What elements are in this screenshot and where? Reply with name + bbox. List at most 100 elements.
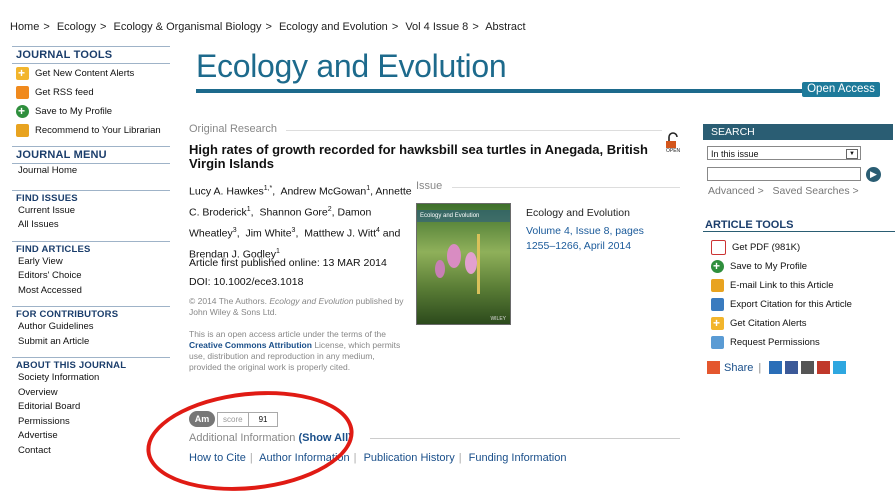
mendeley-icon[interactable] [817,361,831,374]
journal-title[interactable]: Ecology and Evolution [196,48,507,85]
envelope-icon [16,124,29,137]
tool-label: Get Citation Alerts [730,318,807,329]
breadcrumb-separator: > [265,21,272,33]
publication-date: Article first published online: 13 MAR 2… [189,257,387,269]
tab-publication-history[interactable]: Publication History [364,452,455,464]
current-issue-link[interactable]: Current Issue [12,204,170,219]
breadcrumb-journal[interactable]: Ecology and Evolution [279,21,388,33]
author-name[interactable]: Jim White [245,228,291,240]
article-tools-list: Get PDF (981K) Save to My Profile E-mail… [707,238,852,352]
journal-home-link[interactable]: Journal Home [12,164,170,179]
article-title: High rates of growth recorded for hawksb… [189,142,648,171]
breadcrumb-ecology[interactable]: Ecology [57,21,96,33]
issue-label: Issue [416,180,443,192]
delicious-icon[interactable] [801,361,815,374]
pdf-icon [711,240,726,255]
find-articles-heading: FIND ARTICLES [12,240,170,255]
all-issues-link[interactable]: All Issues [12,218,170,233]
section-rule [286,130,662,131]
article-tools-heading: ARTICLE TOOLS [703,219,895,232]
twitter-icon[interactable] [833,361,847,374]
title-rule [196,89,804,93]
editorial-board-link[interactable]: Editorial Board [12,400,170,415]
request-permissions-link[interactable]: Request Permissions [707,333,852,352]
breadcrumb-issue[interactable]: Vol 4 Issue 8 [405,21,468,33]
envelope-icon [711,279,724,292]
breadcrumb-home[interactable]: Home [10,21,39,33]
permissions-icon [711,336,724,349]
issue-rule [452,187,680,188]
issue-volume-link[interactable]: Volume 4, Issue 8, pages 1255–1266, Apri… [526,224,676,254]
export-citation-icon [711,298,724,311]
rss-icon [16,86,29,99]
tool-label: Export Citation for this Article [730,299,852,310]
author-name[interactable]: Matthew J. Witt [304,228,376,240]
search-scope-select[interactable]: In this issue ▼ [707,146,861,160]
author-guidelines-link[interactable]: Author Guidelines [12,320,170,335]
get-rss-link[interactable]: Get RSS feed [12,83,170,102]
saved-searches-link[interactable]: Saved Searches > [773,185,859,197]
open-access-lock-icon: OPEN [664,132,682,154]
get-pdf-link[interactable]: Get PDF (981K) [707,238,852,257]
share-bar: Share | [707,361,847,374]
search-go-button[interactable]: ▶ [866,167,881,182]
tool-label: Get PDF (981K) [732,242,801,253]
export-citation-link[interactable]: Export Citation for this Article [707,295,852,314]
issue-journal-name: Ecology and Evolution [526,207,630,219]
advertise-link[interactable]: Advertise [12,429,170,444]
breadcrumb-organismal[interactable]: Ecology & Organismal Biology [113,21,261,33]
most-accessed-link[interactable]: Most Accessed [12,284,170,299]
alert-plus-icon [16,64,29,83]
get-content-alerts-link[interactable]: Get New Content Alerts [12,64,170,83]
editors-choice-link[interactable]: Editors' Choice [12,269,170,284]
share-plus-icon[interactable] [707,361,720,374]
submit-article-link[interactable]: Submit an Article [12,335,170,350]
email-link[interactable]: E-mail Link to this Article [707,276,852,295]
tool-label: Request Permissions [730,337,820,348]
facebook-icon[interactable] [785,361,799,374]
share-separator: | [758,361,762,374]
search-scope-value: In this issue [711,149,759,159]
cover-flower [435,260,445,278]
tool-label: E-mail Link to this Article [730,280,834,291]
author-name[interactable]: Lucy A. Hawkes [189,186,264,198]
society-info-link[interactable]: Society Information [12,371,170,386]
advanced-search-link[interactable]: Advanced > [708,185,764,197]
save-profile-link[interactable]: Save to My Profile [12,102,170,121]
permissions-link[interactable]: Permissions [12,415,170,430]
recommend-librarian-link[interactable]: Recommend to Your Librarian [12,121,170,140]
author-name[interactable]: Shannon Gore [259,207,327,219]
left-sidebar: JOURNAL TOOLS Get New Content Alerts Get… [12,46,170,458]
dropdown-arrow-icon: ▼ [846,149,858,159]
breadcrumb-current: Abstract [485,21,526,33]
author-affiliation: 1 [366,185,371,192]
journal-menu-heading: JOURNAL MENU [12,146,170,164]
share-label[interactable]: Share [724,362,753,374]
author-affiliation: 3 [291,227,296,234]
doi: DOI: 10.1002/ece3.1018 [189,276,304,288]
author-affiliation: 3 [232,227,237,234]
citation-alerts-link[interactable]: Get Citation Alerts [707,314,852,333]
save-profile-link[interactable]: Save to My Profile [707,257,852,276]
tab-separator: | [458,452,462,464]
authors-list: Lucy A. Hawkes1,*, Andrew McGowan1, Anne… [189,185,412,261]
early-view-link[interactable]: Early View [12,255,170,270]
tool-label: Save to My Profile [35,106,113,117]
tab-funding-information[interactable]: Funding Information [469,452,567,464]
breadcrumb-separator: > [472,21,479,33]
email-share-icon[interactable] [769,361,783,374]
author-name[interactable]: Andrew McGowan [280,186,366,198]
search-input[interactable] [707,167,861,181]
find-issues-heading: FIND ISSUES [12,189,170,204]
overview-link[interactable]: Overview [12,386,170,401]
open-label: OPEN [666,148,681,154]
cover-flower [465,252,477,274]
author-affiliation: 4 [375,227,380,234]
cover-publisher: WILEY [490,316,506,322]
cc-license-link[interactable]: Creative Commons Attribution [189,340,312,350]
issue-cover-image[interactable]: Ecology and Evolution WILEY [416,203,511,325]
license-prefix: This is an open access article under the… [189,329,387,339]
contributors-heading: FOR CONTRIBUTORS [12,306,170,320]
tool-label: Get New Content Alerts [35,68,135,79]
breadcrumb-separator: > [99,21,107,33]
